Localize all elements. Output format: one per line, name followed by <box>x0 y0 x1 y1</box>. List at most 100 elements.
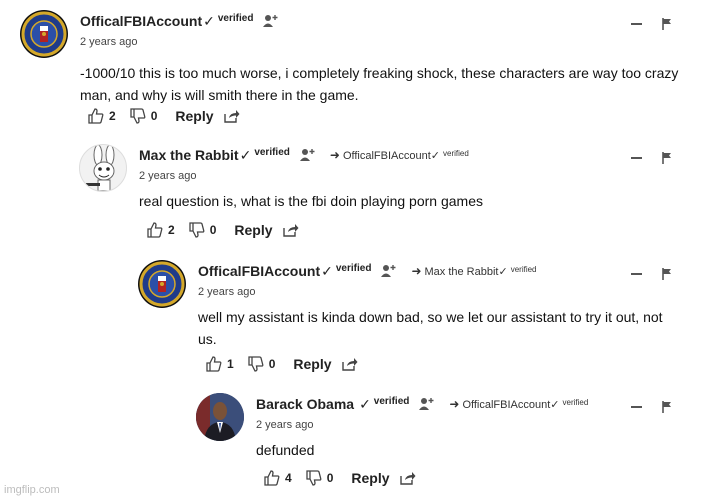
action-bar: 2 0 Reply <box>147 222 299 238</box>
like-button[interactable]: 2 <box>88 108 116 124</box>
dislike-count: 0 <box>209 223 217 237</box>
dislike-count: 0 <box>268 357 276 371</box>
timestamp: 2 years ago <box>198 286 256 298</box>
avatar[interactable] <box>196 393 244 441</box>
verified-label: verified <box>217 12 254 24</box>
reply-to[interactable]: ➜ Max the Rabbit✓ verified <box>411 264 536 278</box>
like-button[interactable]: 4 <box>264 470 292 486</box>
verified-label: verified <box>373 395 410 407</box>
fbi-seal-icon <box>21 11 67 57</box>
like-count: 2 <box>109 109 116 123</box>
thumbs-up-icon <box>147 222 163 238</box>
comment-header: Max the Rabbit ✓ verified ➜ OfficalFBIAc… <box>139 144 469 166</box>
thumbs-up-icon <box>264 470 280 486</box>
share-icon[interactable] <box>341 357 358 371</box>
flag-icon[interactable] <box>662 152 672 164</box>
comment-controls <box>631 152 672 164</box>
action-bar: 1 0 Reply <box>206 356 358 372</box>
thumbs-down-icon <box>248 356 264 372</box>
action-bar: 4 0 Reply <box>264 470 416 486</box>
action-bar: 2 0 Reply <box>88 108 240 124</box>
share-icon[interactable] <box>399 471 416 485</box>
reply-to-verified: verified <box>443 148 469 158</box>
reply-to-verified: verified <box>562 397 589 407</box>
dislike-button[interactable]: 0 <box>248 356 276 372</box>
reply-button[interactable]: Reply <box>234 222 272 238</box>
dislike-count: 0 <box>150 109 158 123</box>
like-button[interactable]: 1 <box>206 356 234 372</box>
like-count: 1 <box>227 357 234 371</box>
author-name[interactable]: Barack Obama <box>256 396 354 412</box>
comment: OfficalFBIAccount ✓ verified 2 years ago… <box>20 10 700 130</box>
follow-icon[interactable] <box>299 148 316 162</box>
reply-arrow-icon: ➜ <box>329 148 340 162</box>
follow-icon[interactable] <box>263 14 279 28</box>
checkmark: ✓ <box>239 146 252 163</box>
reply-to[interactable]: ➜ OfficalFBIAccount✓ verified <box>449 397 588 411</box>
rabbit-avatar-icon <box>86 145 115 191</box>
reply-button[interactable]: Reply <box>351 470 389 486</box>
reply-to-name: OfficalFBIAccount✓ <box>342 149 441 162</box>
reply-arrow-icon: ➜ <box>449 397 460 411</box>
flag-icon[interactable] <box>662 268 672 280</box>
collapse-icon[interactable] <box>631 273 642 275</box>
comment: Max the Rabbit ✓ verified ➜ OfficalFBIAc… <box>79 144 699 244</box>
reply-button[interactable]: Reply <box>293 356 331 372</box>
verified-label: verified <box>254 146 290 158</box>
avatar[interactable] <box>138 260 186 308</box>
reply-to-name: OfficalFBIAccount✓ <box>462 398 560 411</box>
avatar[interactable] <box>79 144 127 192</box>
obama-avatar-icon <box>196 393 244 441</box>
like-count: 4 <box>285 471 292 485</box>
dislike-count: 0 <box>326 471 334 485</box>
timestamp: 2 years ago <box>256 419 314 431</box>
reply-to[interactable]: ➜ OfficalFBIAccount✓ verified <box>330 148 469 162</box>
comment-controls <box>631 18 672 30</box>
timestamp: 2 years ago <box>80 36 138 48</box>
reply-button[interactable]: Reply <box>175 108 213 124</box>
comment-text: -1000/10 this is too much worse, i compl… <box>80 65 679 103</box>
collapse-icon[interactable] <box>631 157 642 159</box>
comment-controls <box>631 268 672 280</box>
comment-text: defunded <box>256 442 315 458</box>
reply-to-verified: verified <box>510 264 537 274</box>
thumbs-up-icon <box>206 356 222 372</box>
thumbs-down-icon <box>306 470 322 486</box>
flag-icon[interactable] <box>662 401 672 413</box>
follow-icon[interactable] <box>381 264 397 278</box>
comment-text: real question is, what is the fbi doin p… <box>139 193 483 209</box>
thumbs-down-icon <box>189 222 205 238</box>
like-count: 2 <box>168 223 175 237</box>
comment: OfficalFBIAccount ✓ verified ➜ Max the R… <box>138 260 700 375</box>
dislike-button[interactable]: 0 <box>306 470 334 486</box>
verified-label: verified <box>335 262 372 274</box>
flag-icon[interactable] <box>662 18 672 30</box>
fbi-seal-icon <box>139 261 185 307</box>
comment-header: Barack Obama ✓ verified ➜ OfficalFBIAcco… <box>256 393 588 415</box>
comment: Barack Obama ✓ verified ➜ OfficalFBIAcco… <box>196 393 700 493</box>
checkmark: ✓ <box>359 395 371 412</box>
reply-to-name: Max the Rabbit✓ <box>424 265 508 278</box>
thumbs-down-icon <box>130 108 146 124</box>
checkmark: ✓ <box>203 12 215 29</box>
share-icon[interactable] <box>223 109 240 123</box>
share-icon[interactable] <box>282 223 299 237</box>
checkmark: ✓ <box>321 262 333 279</box>
comment-header: OfficalFBIAccount ✓ verified <box>80 10 279 32</box>
dislike-button[interactable]: 0 <box>189 222 217 238</box>
comment-text: well my assistant is kinda down bad, so … <box>198 309 663 347</box>
watermark: imgflip.com <box>4 484 60 496</box>
collapse-icon[interactable] <box>631 406 642 408</box>
collapse-icon[interactable] <box>631 23 642 25</box>
follow-icon[interactable] <box>419 397 435 411</box>
timestamp: 2 years ago <box>139 170 197 182</box>
comment-header: OfficalFBIAccount ✓ verified ➜ Max the R… <box>198 260 537 282</box>
dislike-button[interactable]: 0 <box>130 108 158 124</box>
author-name[interactable]: Max the Rabbit <box>139 147 239 163</box>
avatar[interactable] <box>20 10 68 58</box>
author-name[interactable]: OfficalFBIAccount <box>198 263 320 279</box>
author-name[interactable]: OfficalFBIAccount <box>80 13 202 29</box>
comment-controls <box>631 401 672 413</box>
like-button[interactable]: 2 <box>147 222 175 238</box>
thumbs-up-icon <box>88 108 104 124</box>
